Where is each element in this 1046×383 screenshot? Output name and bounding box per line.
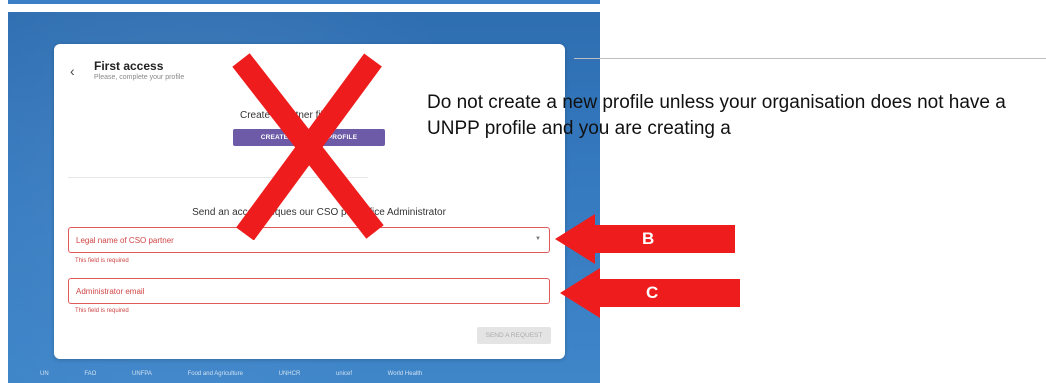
page-title: First access: [94, 59, 164, 73]
top-strip: [8, 0, 600, 4]
arrow-c-label: C: [646, 283, 659, 302]
admin-email-label: Administrator email: [76, 287, 145, 296]
admin-email-error: This field is required: [75, 308, 129, 314]
footer-logo: unicef: [335, 371, 352, 377]
instruction-text: Do not create a new profile unless your …: [427, 92, 1006, 139]
admin-email-field[interactable]: Administrator email: [68, 278, 550, 304]
dropdown-arrow-icon[interactable]: ▼: [535, 236, 541, 242]
arrow-b-label: B: [642, 229, 655, 248]
footer-logo: UNHCR: [278, 371, 301, 377]
red-cross-mark: [232, 53, 384, 240]
back-arrow-icon[interactable]: ‹: [70, 64, 84, 78]
legal-name-label: Legal name of CSO partner: [76, 236, 174, 245]
page-subtitle: Please, complete your profile: [94, 74, 185, 81]
footer-logo: FAO: [84, 371, 97, 377]
annotation-rule: [574, 58, 1046, 59]
footer-logo: Food and Agriculture: [187, 371, 243, 377]
footer-logo: UNFPA: [132, 371, 152, 377]
legal-name-error: This field is required: [75, 258, 129, 264]
footer-logo: World Health: [387, 371, 423, 377]
send-request-button[interactable]: SEND A REQUEST: [477, 327, 551, 344]
partner-logos-strip: UN FAO UNFPA Food and Agriculture UNHCR …: [40, 371, 590, 383]
footer-logo: UN: [40, 371, 49, 377]
